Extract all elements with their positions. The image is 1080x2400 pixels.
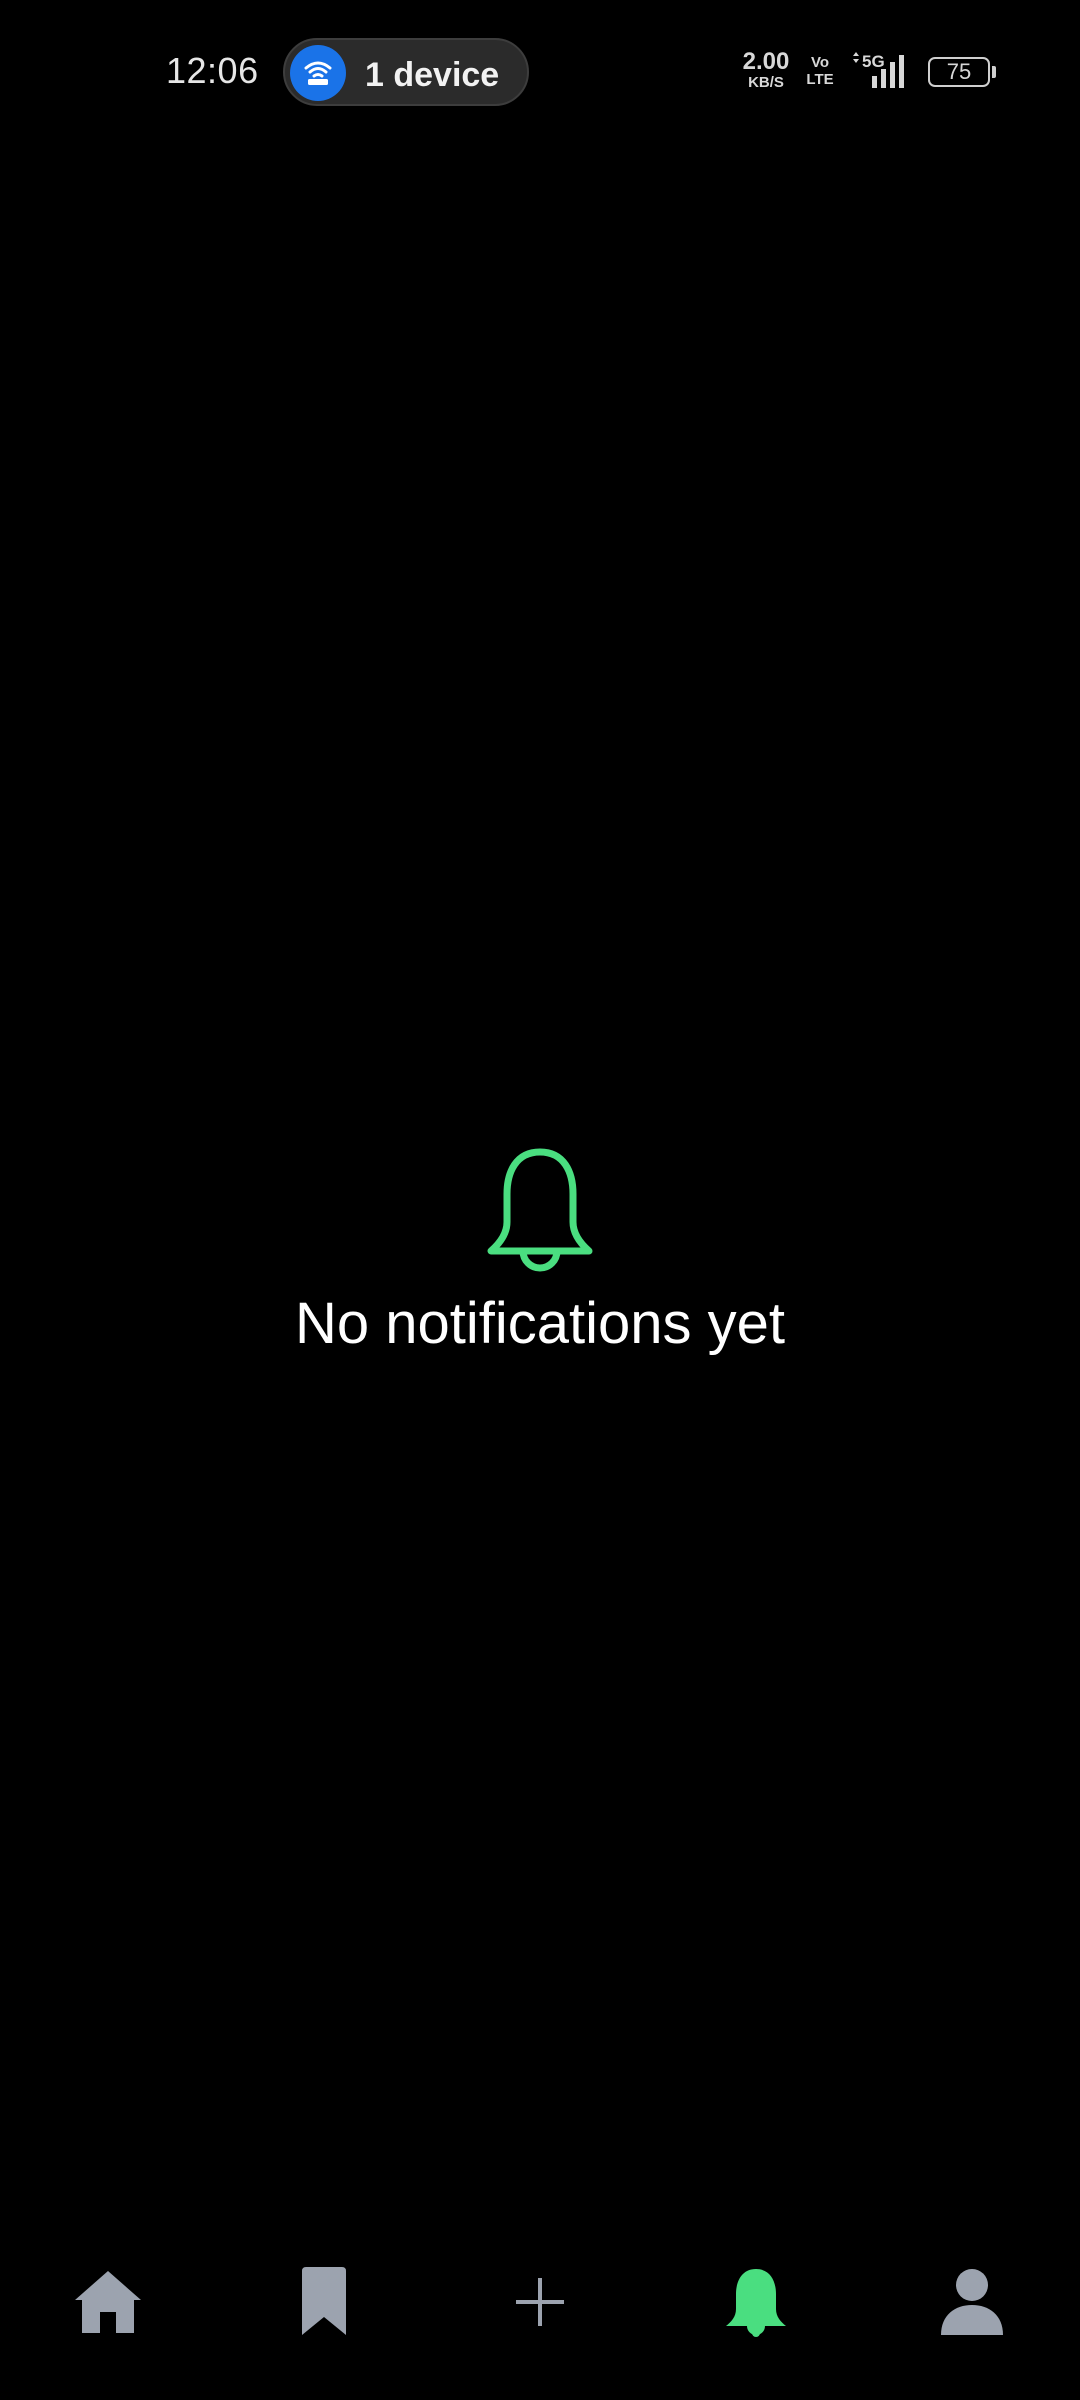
signal-strength: 5G — [850, 52, 912, 92]
network-speed-unit: KB/S — [748, 74, 784, 91]
bookmark-icon — [302, 2267, 346, 2335]
plus-icon — [516, 2278, 564, 2326]
empty-state: No notifications yet — [0, 1148, 1080, 1357]
nav-create[interactable] — [500, 2262, 580, 2342]
network-speed: 2.00 KB/S — [738, 48, 794, 92]
hotspot-indicator[interactable]: 1 device — [283, 38, 529, 106]
hotspot-label: 1 device — [365, 56, 500, 94]
wifi-hotspot-icon — [290, 45, 346, 101]
battery-indicator: 75 — [928, 57, 990, 87]
bottom-navigation — [0, 2240, 1080, 2360]
home-icon — [75, 2271, 141, 2333]
volte-top-label: Vo — [810, 54, 830, 71]
battery-level: 75 — [946, 59, 972, 84]
empty-state-message: No notifications yet — [294, 1291, 786, 1356]
nav-bookmarks[interactable] — [284, 2262, 364, 2342]
volte-indicator: Vo LTE — [800, 54, 840, 88]
volte-bottom-label: LTE — [806, 71, 834, 88]
nav-notifications[interactable] — [716, 2262, 796, 2342]
bell-icon — [487, 1148, 593, 1272]
network-speed-value: 2.00 — [742, 48, 790, 75]
status-time: 12:06 — [166, 50, 259, 91]
nav-home[interactable] — [68, 2262, 148, 2342]
nav-profile[interactable] — [932, 2262, 1012, 2342]
status-bar: 12:06 1 device 2.00 KB/S Vo LTE 5G 75 — [0, 0, 1080, 140]
network-type-label: 5G — [862, 52, 885, 71]
person-icon — [941, 2269, 1003, 2335]
bell-icon — [726, 2269, 786, 2337]
battery-tip — [992, 66, 996, 78]
